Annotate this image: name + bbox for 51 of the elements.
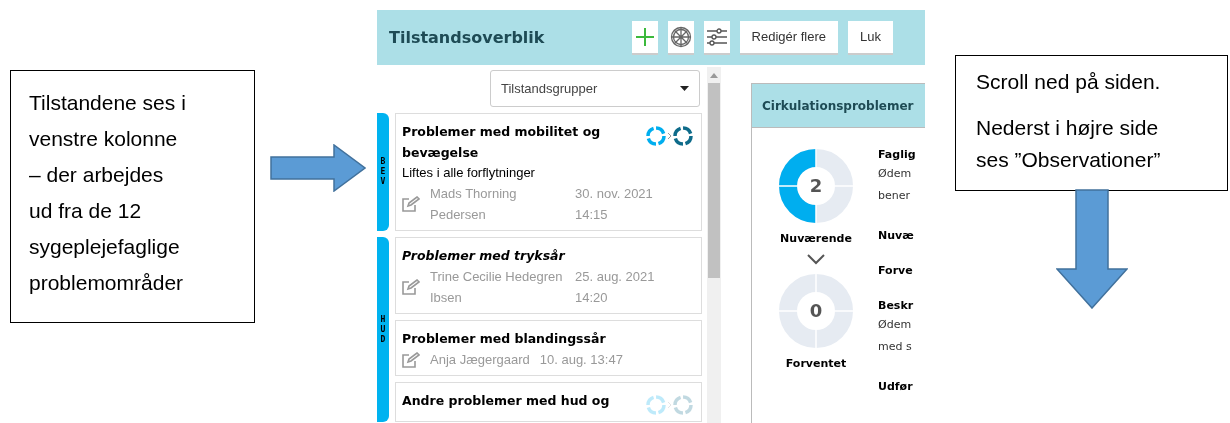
field-heading: Nuvæ	[878, 229, 915, 242]
score-value: 0	[809, 302, 823, 320]
field-text: Ødem bener	[878, 166, 913, 204]
edit-icon	[402, 279, 420, 295]
chevron-down-icon	[806, 253, 826, 265]
note-text: Scroll ned på siden.	[976, 69, 1162, 95]
caret-icon	[680, 86, 689, 91]
field-heading: Faglig	[878, 148, 916, 161]
author-name: Trine Cecilie Hedegren Ibsen	[430, 268, 564, 307]
timestamp: 10. aug. 13:47	[539, 351, 623, 369]
author-name: Mads Thorning Pedersen	[430, 185, 518, 224]
card-title: Problemer med tryksår	[402, 247, 565, 265]
edit-icon	[402, 196, 420, 212]
score-label: Nuværende	[780, 232, 852, 245]
field-text: Ødem med s	[878, 317, 913, 355]
condition-card[interactable]: Problemer med blandingssår Anja Jægergaard 10. aug. 13:47	[395, 320, 702, 376]
plus-icon	[634, 26, 655, 47]
scrollbar[interactable]	[707, 67, 721, 423]
timestamp: 25. aug. 2021 14:20	[575, 268, 656, 307]
condition-card[interactable]: Problemer med tryksår Trine Cecilie Hedegren Ibsen 25. aug. 2021 14:20	[395, 237, 702, 314]
card-title: Andre problemer med hud og	[402, 392, 610, 410]
wheel-icon	[669, 25, 692, 48]
toolbar-button[interactable]: Luk	[848, 20, 893, 55]
score-label: Forventet	[785, 357, 847, 370]
score-value: 2	[809, 177, 823, 195]
edit-icon	[402, 351, 420, 368]
author-name: Anja Jægergaard	[430, 351, 530, 369]
right-arrow-icon	[270, 144, 366, 192]
field-heading: Beskr	[878, 299, 915, 312]
note-text: Nederst i højre side ses ”Observationer”	[976, 115, 1162, 173]
window-title: Tilstandsoverblik	[389, 28, 546, 47]
group-tab[interactable]: HUD	[377, 237, 389, 422]
card-subtitle: Liftes i alle forflytninger	[402, 164, 536, 182]
field-heading: Forve	[878, 264, 914, 277]
scroll-up-icon[interactable]	[710, 73, 718, 78]
wheel-button[interactable]	[667, 20, 694, 55]
timestamp: 30. nov. 2021 14:15	[575, 185, 654, 224]
sliders-icon	[705, 26, 728, 47]
note-text: Tilstandene ses i venstre kolonne – der arbejdes ud fra de 12 sygeplejefaglige problemområder	[29, 90, 187, 296]
field-heading: Udfør	[878, 380, 914, 393]
panel-title: Cirkulationsproblemer	[762, 98, 914, 113]
condition-card[interactable]: Problemer med mobilitet og bevægelse Liftes i alle forflytninger Mads Thorning Pedersen 30. nov. 2021 14:15	[395, 113, 702, 231]
down-arrow-icon	[1055, 189, 1128, 309]
condition-card[interactable]: Andre problemer med hud og	[395, 382, 702, 422]
settings-button[interactable]	[703, 20, 730, 55]
card-title: Problemer med blandingssår	[402, 330, 606, 348]
group-tab[interactable]: BEV	[377, 113, 389, 231]
group-dropdown[interactable]: Tilstandsgrupper	[490, 70, 700, 107]
toolbar-button[interactable]: Redigér flere	[739, 20, 839, 55]
add-button[interactable]	[631, 20, 658, 55]
card-title: Problemer med mobilitet og bevægelse	[402, 123, 602, 162]
